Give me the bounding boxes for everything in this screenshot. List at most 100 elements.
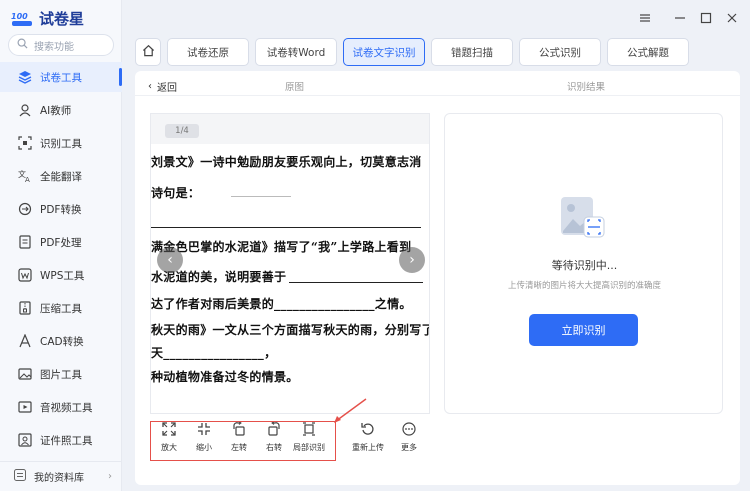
image-icon: [18, 367, 32, 381]
tab-error-scan[interactable]: 错题扫描: [431, 38, 513, 66]
sidebar-item-label: WPS工具: [40, 269, 85, 282]
tool-label: 更多: [401, 443, 417, 452]
rotate-left-icon: [232, 421, 246, 438]
header-divider: [135, 95, 740, 96]
sidebar-item-label: 全能翻译: [40, 170, 82, 183]
tool-tabs: 试卷还原 试卷转Word 试卷文字识别 错题扫描 公式识别 公式解题: [135, 38, 689, 66]
answer-blank: [231, 196, 291, 197]
original-image-label: 原图: [285, 82, 305, 93]
home-icon: [142, 44, 155, 60]
layers-icon: [18, 70, 32, 84]
tab-exam-ocr[interactable]: 试卷文字识别: [343, 38, 425, 66]
result-panel: 等待识别中... 上传清晰的图片将大大提高识别的准确度 立即识别: [444, 113, 723, 414]
more-button[interactable]: 更多: [392, 422, 426, 462]
my-library[interactable]: 我的资料库 ›: [0, 461, 122, 491]
sidebar-item-label: 压缩工具: [40, 302, 82, 315]
sidebar-item-pdf-convert[interactable]: PDF转换: [0, 194, 122, 224]
back-button[interactable]: ‹ 返回: [148, 79, 177, 94]
rotate-right-button[interactable]: 右转: [257, 421, 291, 462]
logo-icon: 100: [10, 10, 34, 28]
document-line: 秋天的雨》一文从三个方面描写秋天的雨，分别写了: [151, 323, 430, 337]
page-header: 1/4: [151, 114, 429, 144]
tool-label: 缩小: [196, 443, 212, 452]
sidebar-item-media-tools[interactable]: 音视频工具: [0, 392, 122, 422]
sidebar-item-label: AI教师: [40, 104, 72, 117]
library-icon: [14, 469, 26, 484]
partial-recognize-button[interactable]: 局部识别: [292, 422, 326, 462]
sidebar-item-label: 音视频工具: [40, 401, 93, 414]
cad-icon: [18, 334, 32, 348]
search-icon: [17, 38, 28, 52]
chevron-left-icon: ‹: [167, 252, 173, 268]
sidebar-item-id-photo[interactable]: 证件照工具: [0, 425, 122, 455]
tab-formula-recognize[interactable]: 公式识别: [519, 38, 601, 66]
answer-blank: [289, 282, 423, 283]
svg-text:A: A: [25, 176, 30, 183]
compress-icon: [18, 301, 32, 315]
app-name: 试卷星: [39, 10, 85, 28]
next-page-button[interactable]: ›: [399, 247, 425, 273]
document-line: 满金色巴掌的水泥道》描写了“我”上学路上看到: [151, 240, 412, 254]
tab-formula-solve[interactable]: 公式解题: [607, 38, 689, 66]
reupload-icon: [361, 422, 375, 438]
callout-arrow: [334, 398, 367, 423]
pdf-convert-icon: [18, 202, 32, 216]
tool-label: 局部识别: [293, 443, 325, 452]
sidebar-item-ai-teacher[interactable]: AI教师: [0, 95, 122, 125]
rotate-left-button[interactable]: 左转: [222, 421, 256, 462]
sidebar-item-exam-tools[interactable]: 试卷工具: [0, 62, 122, 92]
sidebar-item-label: CAD转换: [40, 335, 84, 348]
minimize-icon[interactable]: [672, 10, 688, 26]
sidebar-item-recognize-tools[interactable]: 识别工具: [0, 128, 122, 158]
image-toolbar: 放大 缩小 左转 右转 局部识别 重新上传 更多: [152, 421, 570, 464]
sidebar-item-compress[interactable]: 压缩工具: [0, 293, 122, 323]
sidebar-item-label: 图片工具: [40, 368, 82, 381]
zoom-in-button[interactable]: 放大: [152, 422, 186, 462]
sidebar-item-cad-convert[interactable]: CAD转换: [0, 326, 122, 356]
recognize-now-button[interactable]: 立即识别: [529, 314, 638, 346]
result-label: 识别结果: [567, 82, 606, 93]
sidebar-item-pdf-process[interactable]: PDF处理: [0, 227, 122, 257]
document-line: 天________________，: [151, 346, 277, 360]
sidebar-item-label: PDF处理: [40, 236, 82, 249]
waiting-title: 等待识别中...: [551, 259, 618, 272]
tab-exam-to-word[interactable]: 试卷转Word: [255, 38, 337, 66]
svg-text:100: 100: [11, 12, 28, 21]
sidebar-item-label: 试卷工具: [40, 71, 82, 84]
translate-icon: 文A: [18, 169, 32, 183]
sidebar-item-label: 证件照工具: [40, 434, 93, 447]
tool-label: 重新上传: [352, 443, 384, 452]
id-photo-icon: [18, 433, 32, 447]
tool-label: 左转: [231, 443, 247, 452]
waiting-subtitle: 上传清晰的图片将大大提高识别的准确度: [507, 281, 661, 291]
rotate-right-icon: [267, 421, 281, 438]
ai-teacher-icon: [18, 103, 32, 117]
document-line: 诗句是：: [151, 186, 201, 200]
tab-exam-restore[interactable]: 试卷还原: [167, 38, 249, 66]
zoom-out-button[interactable]: 缩小: [187, 422, 221, 462]
chevron-left-icon: ‹: [148, 81, 152, 92]
page-indicator: 1/4: [165, 124, 199, 138]
original-image-preview: 1/4 刘景文》一诗中勉励朋友要乐观向上，切莫意志消 诗句是： 满金色巴掌的水泥…: [150, 113, 430, 414]
home-button[interactable]: [135, 38, 161, 66]
answer-blank: [151, 227, 421, 228]
document-line: 达了作者对雨后美景的________________之情。: [151, 297, 412, 311]
document-line: 刘景文》一诗中勉励朋友要乐观向上，切莫意志消: [151, 155, 422, 169]
library-label: 我的资料库: [34, 473, 84, 484]
zoom-out-icon: [197, 422, 211, 438]
crop-icon: [302, 422, 316, 438]
search-placeholder: 搜索功能: [34, 41, 74, 53]
sidebar-item-image-tools[interactable]: 图片工具: [0, 359, 122, 389]
media-icon: [18, 400, 32, 414]
chevron-right-icon: ›: [108, 471, 112, 482]
sidebar-item-wps-tools[interactable]: WPS工具: [0, 260, 122, 290]
reupload-button[interactable]: 重新上传: [351, 422, 385, 462]
sidebar-item-translate[interactable]: 文A 全能翻译: [0, 161, 122, 191]
menu-icon[interactable]: [637, 10, 653, 26]
maximize-icon[interactable]: [698, 10, 714, 26]
search-input[interactable]: 搜索功能: [8, 34, 114, 56]
close-icon[interactable]: [724, 10, 740, 26]
back-label: 返回: [157, 83, 177, 94]
prev-page-button[interactable]: ‹: [157, 247, 183, 273]
wps-icon: [18, 268, 32, 282]
